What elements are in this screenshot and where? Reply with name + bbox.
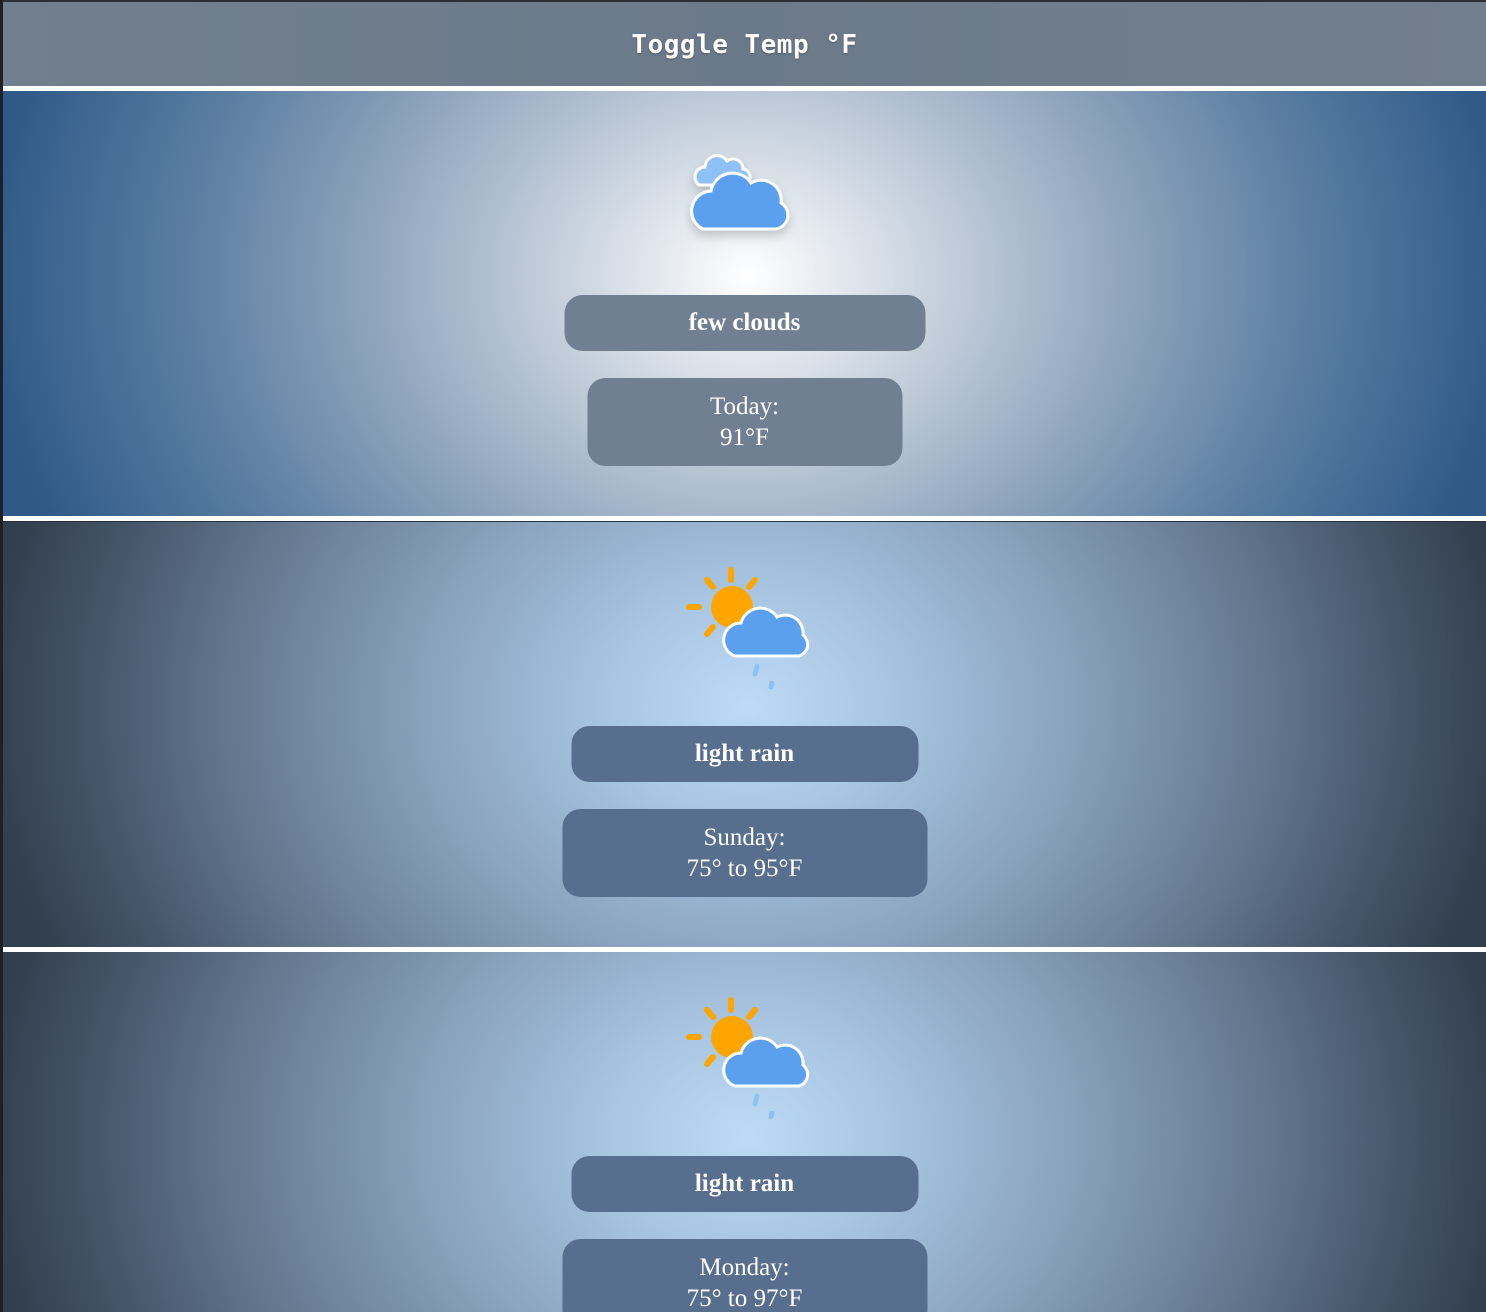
temperature-box: Monday: 75° to 97°F — [562, 1239, 927, 1312]
day-label: Today: — [709, 393, 780, 420]
toggle-temp-button[interactable]: Toggle Temp °F — [3, 1, 1486, 87]
few-clouds-icon — [685, 141, 805, 251]
temperature-box: Sunday: 75° to 95°F — [562, 809, 927, 897]
temperature-range: 75° to 97°F — [686, 1285, 803, 1312]
sun-cloud-rain-icon — [675, 560, 815, 700]
temperature-range: 75° to 95°F — [686, 855, 803, 882]
temperature-value: 91°F — [720, 424, 769, 451]
weather-description: few clouds — [564, 295, 925, 351]
divider — [3, 516, 1486, 521]
sun-cloud-rain-icon — [675, 990, 815, 1130]
day-label: Sunday: — [703, 824, 786, 851]
temperature-box: Today: 91°F — [587, 378, 902, 466]
weather-card-today: few clouds Today: 91°F — [3, 91, 1486, 516]
toggle-temp-label: Toggle Temp °F — [631, 29, 858, 60]
weather-description: light rain — [571, 1156, 918, 1212]
weather-card-sunday: light rain Sunday: 75° to 95°F — [3, 522, 1486, 947]
day-label: Monday: — [699, 1254, 790, 1281]
weather-description: light rain — [571, 726, 918, 782]
weather-card-monday: light rain Monday: 75° to 97°F — [3, 952, 1486, 1312]
